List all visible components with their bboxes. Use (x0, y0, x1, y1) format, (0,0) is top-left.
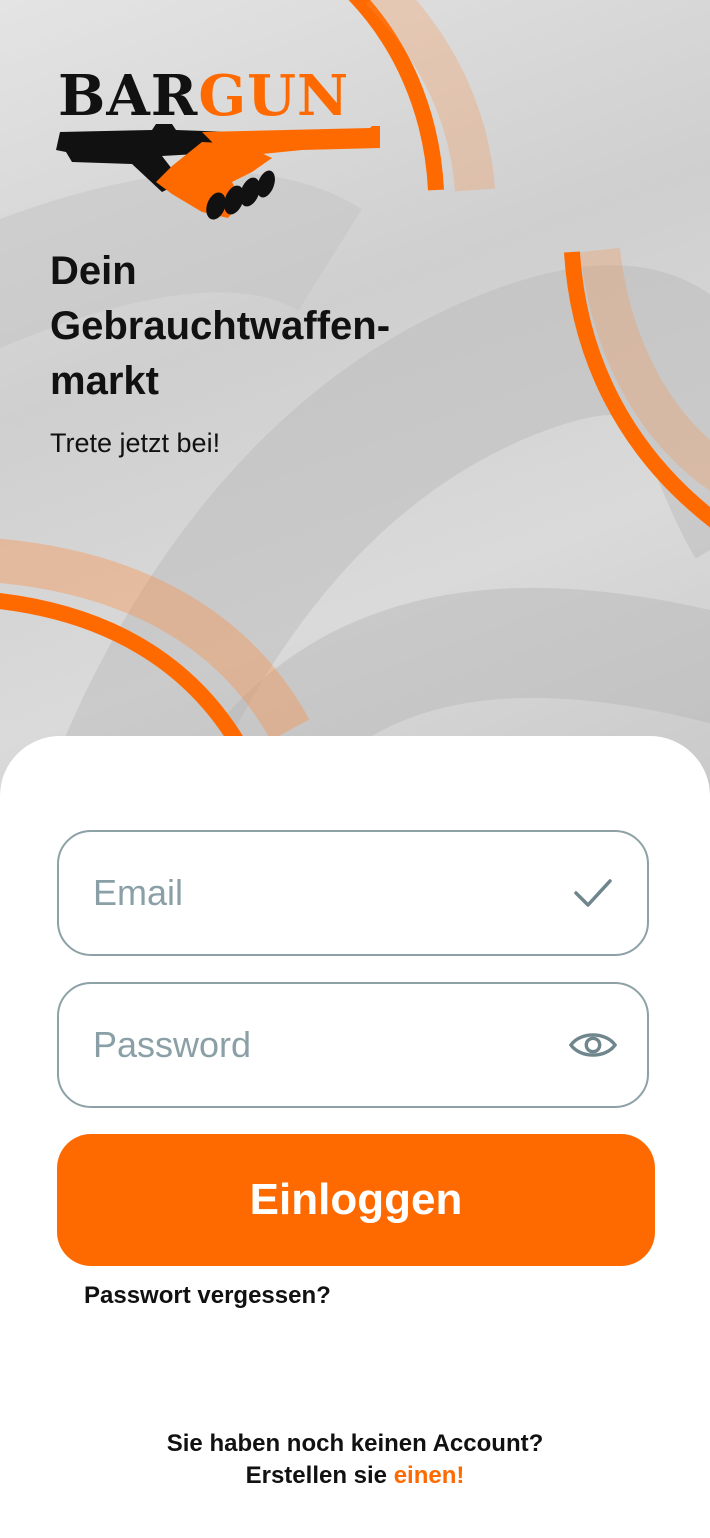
logo-text-gun: GUN (198, 63, 350, 129)
headline-line-2: Gebrauchtwaffen- (50, 304, 391, 348)
headline-line-1: Dein (50, 249, 137, 293)
checkmark-icon (569, 869, 617, 917)
logo-text-bar: BAR (58, 63, 199, 129)
email-input[interactable] (91, 871, 569, 915)
subtitle: Trete jetzt bei! (50, 428, 221, 458)
password-input[interactable] (91, 1023, 569, 1067)
forgot-password-link[interactable]: Passwort vergessen? (84, 1282, 331, 1310)
eye-icon[interactable] (569, 1021, 617, 1069)
email-field[interactable] (57, 830, 649, 956)
signup-prompt: Sie haben noch keinen Account? (166, 1430, 544, 1457)
password-field[interactable] (57, 982, 649, 1108)
signup-prefix: Erstellen sie (245, 1462, 388, 1489)
signup-line: Erstellen sie einen! (0, 1462, 710, 1490)
login-button[interactable]: Einloggen (57, 1134, 655, 1266)
headline-line-3: markt (50, 359, 159, 403)
hero-section: BARGUN Dein Gebrauchtwaffen- markt Trete… (0, 0, 710, 800)
page-title: Dein Gebrauchtwaffen- markt (50, 244, 470, 409)
handshake-gun-icon (56, 124, 380, 220)
brand-logo: BARGUN (52, 60, 382, 230)
signup-link[interactable]: einen! (394, 1462, 465, 1489)
